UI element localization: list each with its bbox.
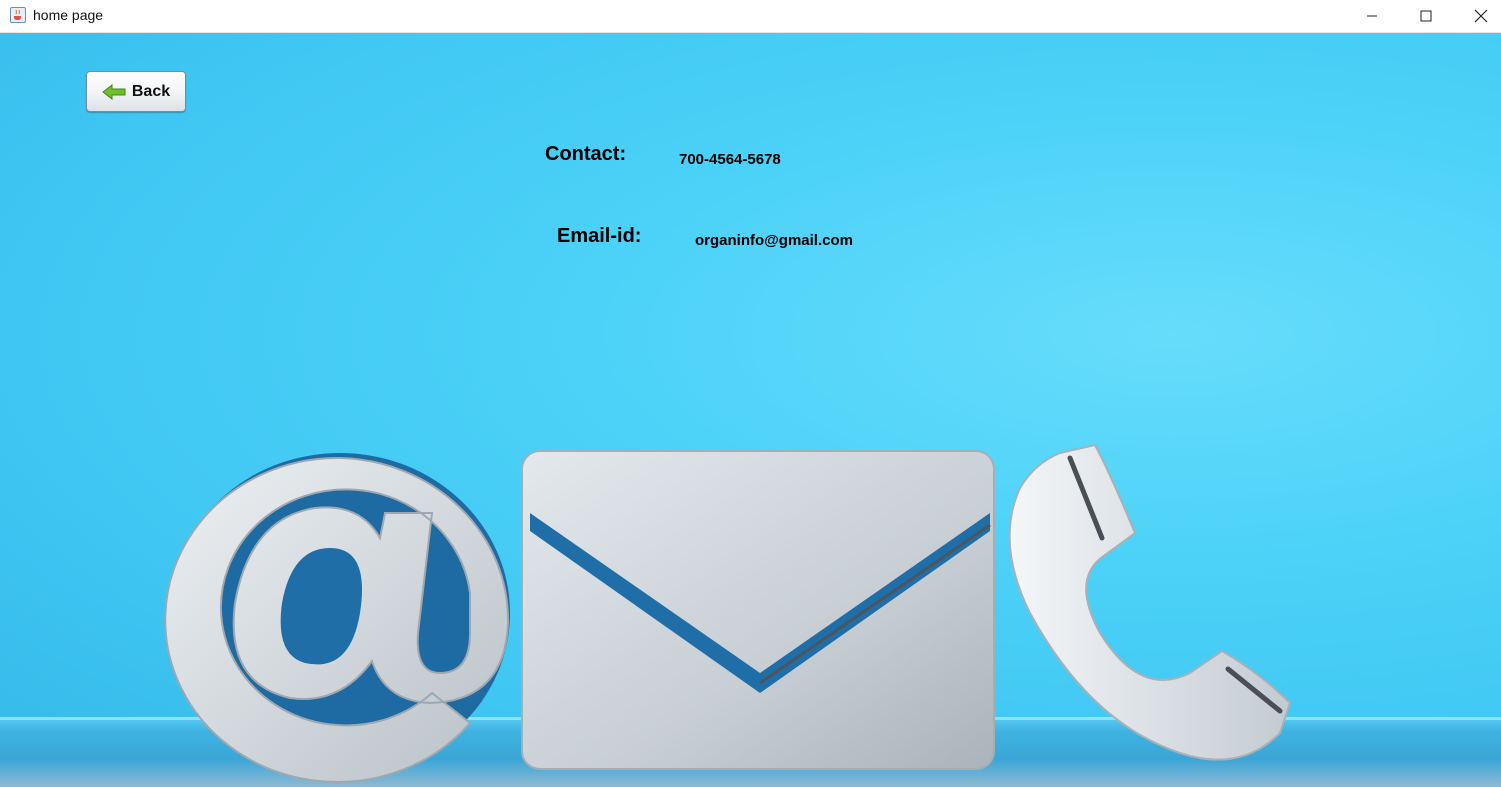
- close-button[interactable]: [1454, 0, 1501, 32]
- back-button-label: Back: [131, 82, 171, 100]
- minimize-button[interactable]: [1345, 0, 1399, 32]
- email-value: organinfo@gmail.com: [695, 232, 853, 249]
- contact-illustration: [164, 443, 1292, 783]
- green-left-arrow-icon: [102, 83, 126, 100]
- java-cup-icon: [10, 7, 26, 23]
- at-sign-icon: [164, 453, 510, 783]
- back-button[interactable]: Back: [86, 71, 186, 112]
- window-title: home page: [33, 7, 104, 23]
- contact-phone-value: 700-4564-5678: [679, 151, 781, 168]
- window-title-bar: home page: [0, 0, 1501, 33]
- minimize-icon: [1367, 15, 1377, 17]
- close-icon: [1474, 9, 1488, 23]
- envelope-icon: [521, 450, 995, 770]
- contact-label: Contact:: [545, 143, 627, 165]
- email-label: Email-id:: [557, 225, 642, 247]
- maximize-icon: [1420, 10, 1432, 22]
- contact-panel: Back Contact: 700-4564-5678 Email-id: or…: [0, 33, 1501, 787]
- phone-handset-icon: [1008, 443, 1292, 761]
- maximize-button[interactable]: [1399, 0, 1453, 32]
